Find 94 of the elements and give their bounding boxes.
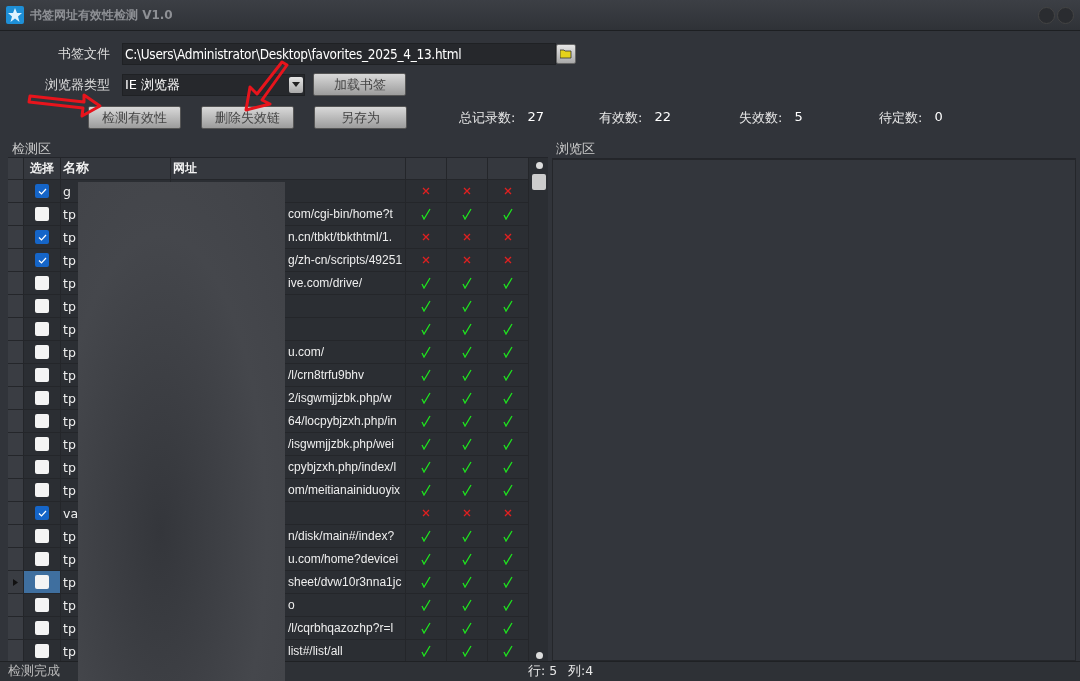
table-cell: tp [63, 597, 76, 613]
field-label: 书签文件 [58, 44, 110, 63]
row-checkbox[interactable] [35, 552, 49, 566]
stat-label: 失效数: [739, 108, 783, 127]
table-cell: tp [63, 528, 76, 544]
row-header[interactable] [8, 479, 24, 502]
row-checkbox[interactable] [35, 460, 49, 474]
row-header[interactable] [8, 571, 24, 594]
row-header[interactable] [8, 456, 24, 479]
row-checkbox[interactable] [35, 253, 49, 267]
row-header[interactable] [8, 387, 24, 410]
table-cell: g [63, 183, 71, 199]
row-checkbox[interactable] [35, 391, 49, 405]
browse-button[interactable] [556, 43, 576, 64]
table-cell: tp [63, 482, 76, 498]
row-checkbox[interactable] [35, 598, 49, 612]
table-cell: tp [63, 206, 76, 222]
row-checkbox[interactable] [35, 437, 49, 451]
table-cell: tp [63, 620, 76, 636]
save-as-button[interactable]: 另存为 [314, 106, 407, 129]
table-cell: tp [63, 252, 76, 268]
row-checkbox[interactable] [35, 322, 49, 336]
row-checkbox[interactable] [35, 184, 49, 198]
row-header[interactable] [8, 410, 24, 433]
row-checkbox[interactable] [35, 276, 49, 290]
row-checkbox[interactable] [35, 575, 49, 589]
status-message: 检测完成 [7, 663, 61, 680]
stat-value: 0 [934, 108, 943, 126]
file-path-field[interactable]: C:\Users\Administrator\Desktop\favorites_2025_4_13.html [122, 42, 556, 65]
row-header[interactable] [8, 364, 24, 387]
load-bookmarks-button[interactable]: 加载书签 [313, 73, 406, 96]
table-cell: tp [63, 229, 76, 245]
table-cell: tp [63, 321, 76, 337]
row-checkbox[interactable] [35, 506, 49, 520]
check-validity-button[interactable]: 检测有效性 [88, 106, 181, 129]
stat-value: 5 [794, 108, 803, 126]
row-header[interactable] [8, 433, 24, 456]
row-header[interactable] [8, 548, 24, 571]
row-header[interactable] [8, 318, 24, 341]
table-cell: tp [63, 551, 76, 567]
row-header[interactable] [8, 341, 24, 364]
panel-title: 浏览区 [556, 141, 595, 156]
star-icon [6, 6, 24, 24]
row-checkbox[interactable] [35, 529, 49, 543]
column-header[interactable]: 名称 [61, 158, 171, 180]
row-indicator: 行: 5 [528, 663, 558, 680]
row-checkbox[interactable] [35, 207, 49, 221]
table-cell: tp [63, 436, 76, 452]
arrow-annotation [244, 60, 289, 112]
browser-dropdown[interactable]: IE 浏览器 [122, 73, 305, 96]
row-checkbox[interactable] [35, 368, 49, 382]
caret-icon [292, 82, 300, 87]
stat-label: 总记录数: [459, 108, 516, 127]
stat-value: 27 [527, 108, 544, 126]
table-cell: va [63, 505, 79, 521]
row-header[interactable] [8, 617, 24, 640]
stat-value: 22 [654, 108, 671, 126]
row-header[interactable] [8, 525, 24, 548]
row-header[interactable] [8, 272, 24, 295]
column-header[interactable]: 网址 [171, 158, 406, 180]
row-checkbox[interactable] [35, 299, 49, 313]
row-header[interactable] [8, 226, 24, 249]
row-checkbox[interactable] [35, 621, 49, 635]
row-checkbox[interactable] [35, 644, 49, 658]
row-header[interactable] [8, 180, 24, 203]
row-header[interactable] [8, 594, 24, 617]
row-header[interactable] [8, 249, 24, 272]
table-cell: tp [63, 574, 76, 590]
row-header[interactable] [8, 502, 24, 525]
row-checkbox[interactable] [35, 483, 49, 497]
table-cell: tp [63, 275, 76, 291]
row-checkbox[interactable] [35, 414, 49, 428]
row-header[interactable] [8, 295, 24, 318]
stat-label: 有效数: [599, 108, 643, 127]
table-cell: tp [63, 390, 76, 406]
row-checkbox[interactable] [35, 345, 49, 359]
table-cell: tp [63, 413, 76, 429]
window-title: 书签网址有效性检测 V1.0 [30, 6, 173, 24]
table-cell: tp [63, 298, 76, 314]
table-cell: tp [63, 459, 76, 475]
row-checkbox[interactable] [35, 230, 49, 244]
column-indicator: 列:4 [567, 663, 594, 680]
folder-icon [560, 48, 572, 59]
column-header[interactable]: 选择 [24, 158, 61, 180]
row-header[interactable] [8, 640, 24, 663]
field-label: 浏览器类型 [45, 75, 110, 94]
table-cell: tp [63, 643, 76, 659]
current-row-icon [13, 578, 18, 586]
table-cell: tp [63, 344, 76, 360]
panel-title: 检测区 [12, 141, 51, 156]
row-header[interactable] [8, 203, 24, 226]
table-cell: tp [63, 367, 76, 383]
delete-invalid-button[interactable]: 删除失效链 [201, 106, 294, 129]
stat-label: 待定数: [879, 108, 923, 127]
